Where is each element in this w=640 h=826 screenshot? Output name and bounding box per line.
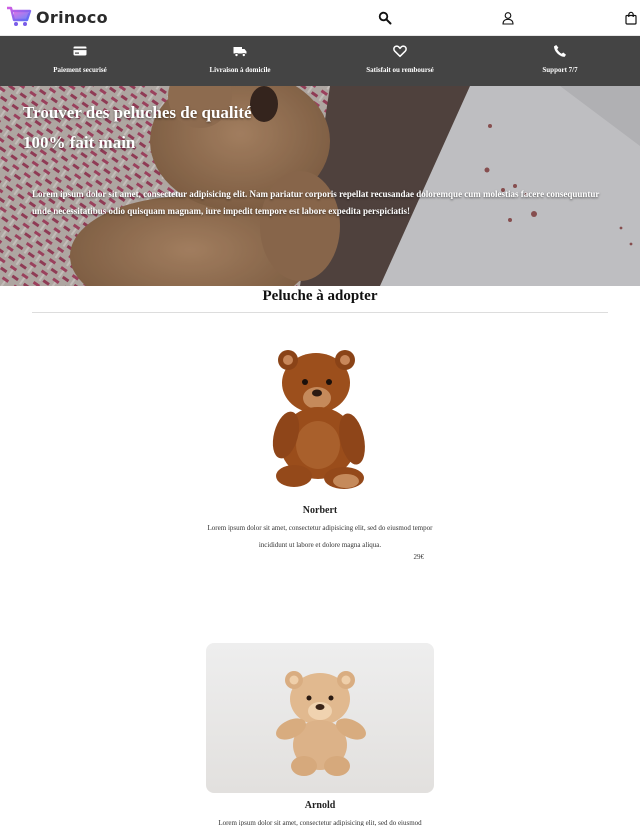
product-name[interactable]: Norbert <box>206 505 434 516</box>
user-icon[interactable] <box>501 11 515 25</box>
feature-label: Satisfait ou remboursé <box>366 66 434 74</box>
brand-name: Orinoco <box>36 7 108 27</box>
teddy-bear-light-image <box>206 643 434 793</box>
hero-title-line: 100% fait main <box>23 133 136 152</box>
teddy-bear-dark-image <box>206 343 434 493</box>
feature-label: Livraison à domicile <box>209 66 271 74</box>
search-icon[interactable] <box>378 11 392 25</box>
credit-card-icon <box>73 44 87 58</box>
feature-label: Paiement securisé <box>53 66 107 74</box>
feature-label: Support 7/7 <box>542 66 578 74</box>
feature-satisfaction: Satisfait ou remboursé <box>340 36 460 86</box>
hero-title: Trouver des peluches de qualité 100% fai… <box>23 98 252 158</box>
truck-icon <box>233 44 247 58</box>
section-title: Peluche à adopter <box>262 288 378 304</box>
hero-description: Lorem ipsum dolor sit amet, consectetur … <box>32 189 600 216</box>
feature-home-delivery: Livraison à domicile <box>180 36 300 86</box>
product-price: 29€ <box>413 553 425 561</box>
hero-banner: Trouver des peluches de qualité 100% fai… <box>0 86 640 286</box>
features-band: Paiement securisé Livraison à domicile S… <box>0 36 640 86</box>
hero-title-line: Trouver des peluches de qualité <box>23 103 252 122</box>
heart-icon <box>393 44 407 58</box>
shopping-cart-logo-icon <box>7 6 32 26</box>
product-image[interactable] <box>206 343 434 493</box>
brand-logo[interactable]: Orinoco <box>6 5 108 29</box>
product-name[interactable]: Arnold <box>206 800 434 811</box>
feature-support: Support 7/7 <box>500 36 620 86</box>
feature-secure-payment: Paiement securisé <box>20 36 140 86</box>
phone-icon <box>553 44 567 58</box>
top-navbar: Orinoco <box>0 0 640 36</box>
product-description: Lorem ipsum dolor sit amet, consectetur … <box>218 819 422 826</box>
product-image[interactable] <box>206 643 434 793</box>
product-description: Lorem ipsum dolor sit amet, consectetur … <box>207 524 433 549</box>
shopping-bag-icon[interactable] <box>624 11 638 25</box>
section-divider <box>32 312 608 313</box>
